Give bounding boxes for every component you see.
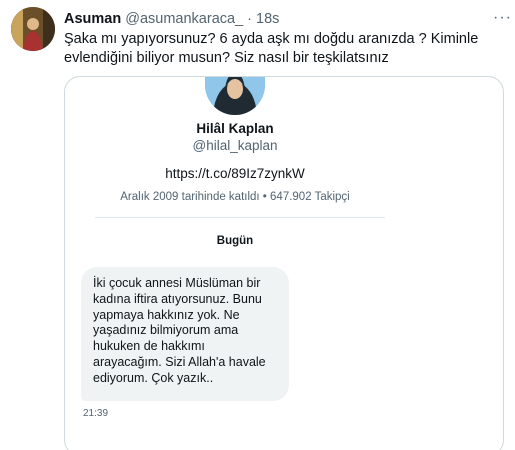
profile-meta: Aralık 2009 tarihinde katıldı • 647.902 … (120, 191, 350, 203)
message-line: arayacağım. Sizi Allah'a havale (93, 354, 266, 369)
avatar[interactable] (11, 7, 55, 51)
divider (95, 217, 385, 218)
more-horizontal-icon[interactable]: ··· (493, 9, 512, 27)
separator: · (247, 11, 253, 27)
tweet-text: Şaka mı yapıyorsunuz? 6 ayda aşk mı doğd… (64, 31, 479, 66)
tweet-header: Asuman @asumankaraca_ · 18s (64, 11, 279, 27)
attached-image[interactable]: Hilâl Kaplan @hilal_kaplan https://t.co/… (64, 76, 504, 450)
display-name[interactable]: Asuman (64, 11, 121, 27)
profile-name: Hilâl Kaplan (196, 121, 274, 136)
message-time: 21:39 (83, 408, 109, 419)
message-line: İki çocuk annesi Müslüman bir (93, 276, 261, 290)
message-line: ediyorum. Çok yazık.. (93, 370, 214, 385)
day-label: Bugün (216, 235, 254, 247)
message-line: hukuken de hakkımı (93, 339, 205, 354)
user-handle[interactable]: @asumankaraca_ (125, 11, 243, 27)
timestamp[interactable]: 18s (256, 11, 279, 27)
message-line: yaşadınız bilmiyorum ama (93, 323, 239, 338)
message-bubble: İki çocuk annesi Müslüman bir kadına ift… (81, 267, 289, 401)
profile-avatar (205, 77, 265, 115)
message-line: yapmaya hakkınız yok. Ne (93, 307, 240, 322)
tweet[interactable]: Asuman @asumankaraca_ · 18s ··· Şaka mı … (0, 0, 515, 450)
message-line: kadına iftira atıyorsunuz. Bunu (93, 291, 262, 306)
profile-handle: @hilal_kaplan (192, 138, 278, 153)
profile-link: https://t.co/89Iz7zynkW (165, 166, 305, 181)
